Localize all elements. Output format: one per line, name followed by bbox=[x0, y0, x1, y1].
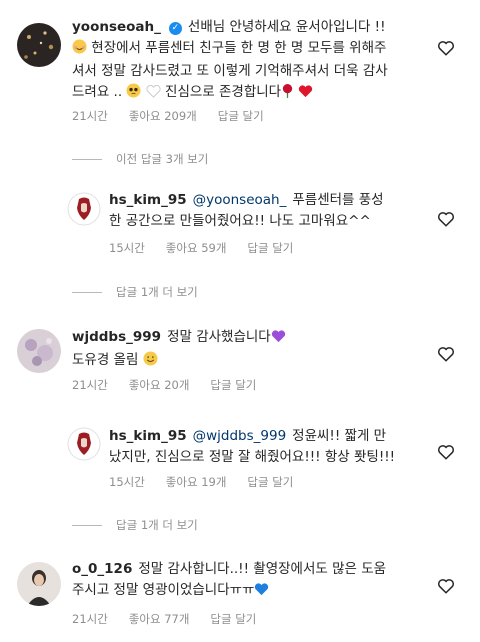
comment-time: 21시간 bbox=[72, 378, 108, 392]
comment-body-e: 진심으로 존경합니다 bbox=[165, 84, 282, 100]
smiling-face-emoji-icon bbox=[72, 39, 87, 61]
view-more-label[interactable]: 답글 1개 더 보기 bbox=[116, 517, 198, 533]
like-count-link[interactable]: 좋아요 77개 bbox=[129, 611, 190, 627]
like-heart-icon[interactable] bbox=[437, 443, 455, 461]
divider-line bbox=[72, 158, 102, 160]
comment-text: o_0_126 정말 감사합니다..!! 촬영장에서도 많은 도움 주시고 정말 … bbox=[72, 559, 432, 603]
view-previous-replies[interactable]: 이전 답글 3개 보기 bbox=[72, 151, 208, 167]
comment-body-c: 셔서 정말 감사드렸고 또 이렇게 기억해주셔서 더욱 감사 bbox=[72, 63, 388, 79]
comment-meta: 21시간 좋아요 209개 답글 달기 bbox=[72, 108, 264, 124]
avatar-hs-kim-95[interactable] bbox=[67, 427, 101, 461]
reply-meta: 15시간 좋아요 19개 답글 달기 bbox=[109, 474, 293, 490]
comment-body-b: 도유경 올림 bbox=[72, 352, 139, 368]
reply-text: hs_kim_95 @yoonseoah_ 푸름센터를 풍성 한 공간으로 만들어줬… bbox=[109, 190, 429, 232]
reply-link[interactable]: 답글 달기 bbox=[247, 474, 293, 490]
mention-link[interactable]: @yoonseoah_ bbox=[193, 192, 287, 208]
view-more-replies[interactable]: 답글 1개 더 보기 bbox=[72, 517, 198, 533]
like-count-link[interactable]: 좋아요 20개 bbox=[129, 377, 190, 393]
reply-body-a: 정윤씨!! 짧게 만 bbox=[292, 428, 387, 444]
like-heart-icon[interactable] bbox=[437, 577, 455, 595]
like-heart-icon[interactable] bbox=[437, 39, 455, 57]
pleading-face-emoji-icon bbox=[126, 83, 141, 105]
username-link[interactable]: hs_kim_95 bbox=[109, 192, 187, 208]
reply-time: 15시간 bbox=[109, 475, 145, 489]
avatar-o-0-126[interactable] bbox=[17, 562, 61, 606]
verified-badge-icon: ✓ bbox=[168, 22, 182, 35]
like-count-link[interactable]: 좋아요 19개 bbox=[166, 474, 227, 490]
view-more-label[interactable]: 답글 1개 더 보기 bbox=[116, 284, 198, 300]
like-heart-icon[interactable] bbox=[437, 210, 455, 228]
view-previous-label[interactable]: 이전 답글 3개 보기 bbox=[116, 151, 208, 167]
comment-body-d: 드려요 .. bbox=[72, 84, 123, 100]
comment-text: yoonseoah_ ✓ 선배님 안녕하세요 윤서아입니다 !! 현장에서 푸름센터… bbox=[72, 17, 432, 105]
username-link[interactable]: hs_kim_95 bbox=[109, 428, 187, 444]
reply-body-a: 푸름센터를 풍성 bbox=[292, 192, 384, 208]
reply-body-b: 한 공간으로 만들어줬어요!! 나도 고마워요^^ bbox=[109, 213, 371, 229]
divider-line bbox=[72, 291, 102, 293]
username-link[interactable]: wjddbs_999 bbox=[72, 329, 161, 345]
reply-text: hs_kim_95 @wjddbs_999 정윤씨!! 짧게 만 났지만, 진심으로… bbox=[109, 426, 429, 468]
rose-emoji-icon bbox=[281, 83, 294, 105]
avatar-yoonseoah[interactable] bbox=[17, 23, 61, 67]
divider-line bbox=[72, 524, 102, 526]
avatar-hs-kim-95[interactable] bbox=[67, 192, 101, 226]
white-heart-emoji-icon bbox=[146, 84, 161, 105]
comment-body-a: 선배님 안녕하세요 윤서아입니다 !! bbox=[187, 19, 386, 35]
comment-text: wjddbs_999 정말 감사했습니다 도유경 올림 bbox=[72, 327, 432, 373]
avatar-wjddbs-999[interactable] bbox=[17, 329, 61, 373]
view-more-replies[interactable]: 답글 1개 더 보기 bbox=[72, 284, 198, 300]
comment-meta: 21시간 좋아요 77개 답글 달기 bbox=[72, 611, 256, 627]
red-heart-emoji-icon bbox=[298, 84, 313, 105]
comment-body-a: 정말 감사했습니다 bbox=[167, 329, 271, 345]
like-count-link[interactable]: 좋아요 59개 bbox=[166, 240, 227, 256]
comment-body-b: 현장에서 푸름센터 친구들 한 명 한 명 모두를 위해주 bbox=[91, 40, 387, 56]
username-link[interactable]: yoonseoah_ bbox=[72, 19, 161, 35]
comment-body-b: 주시고 정말 영광이었습니다ㅠㅠ bbox=[72, 582, 255, 598]
like-heart-icon[interactable] bbox=[437, 345, 455, 363]
reply-meta: 15시간 좋아요 59개 답글 달기 bbox=[109, 240, 293, 256]
reply-link[interactable]: 답글 달기 bbox=[210, 611, 256, 627]
reply-link[interactable]: 답글 달기 bbox=[210, 377, 256, 393]
username-link[interactable]: o_0_126 bbox=[72, 561, 132, 577]
purple-heart-emoji-icon bbox=[271, 329, 286, 350]
like-count-link[interactable]: 좋아요 209개 bbox=[129, 108, 197, 124]
reply-link[interactable]: 답글 달기 bbox=[247, 240, 293, 256]
comment-body-a: 정말 감사합니다..!! 촬영장에서도 많은 도움 bbox=[138, 561, 387, 577]
reply-time: 15시간 bbox=[109, 241, 145, 255]
comment-time: 21시간 bbox=[72, 612, 108, 626]
reply-body-b: 났지만, 진심으로 정말 잘 해줬어요!!! 항상 퐛팅!!! bbox=[109, 449, 396, 465]
blue-heart-emoji-icon bbox=[254, 582, 269, 603]
mention-link[interactable]: @wjddbs_999 bbox=[193, 428, 287, 444]
reply-link[interactable]: 답글 달기 bbox=[218, 108, 264, 124]
comment-meta: 21시간 좋아요 20개 답글 달기 bbox=[72, 377, 256, 393]
smiling-face-emoji-icon bbox=[143, 351, 158, 373]
comment-time: 21시간 bbox=[72, 109, 108, 123]
